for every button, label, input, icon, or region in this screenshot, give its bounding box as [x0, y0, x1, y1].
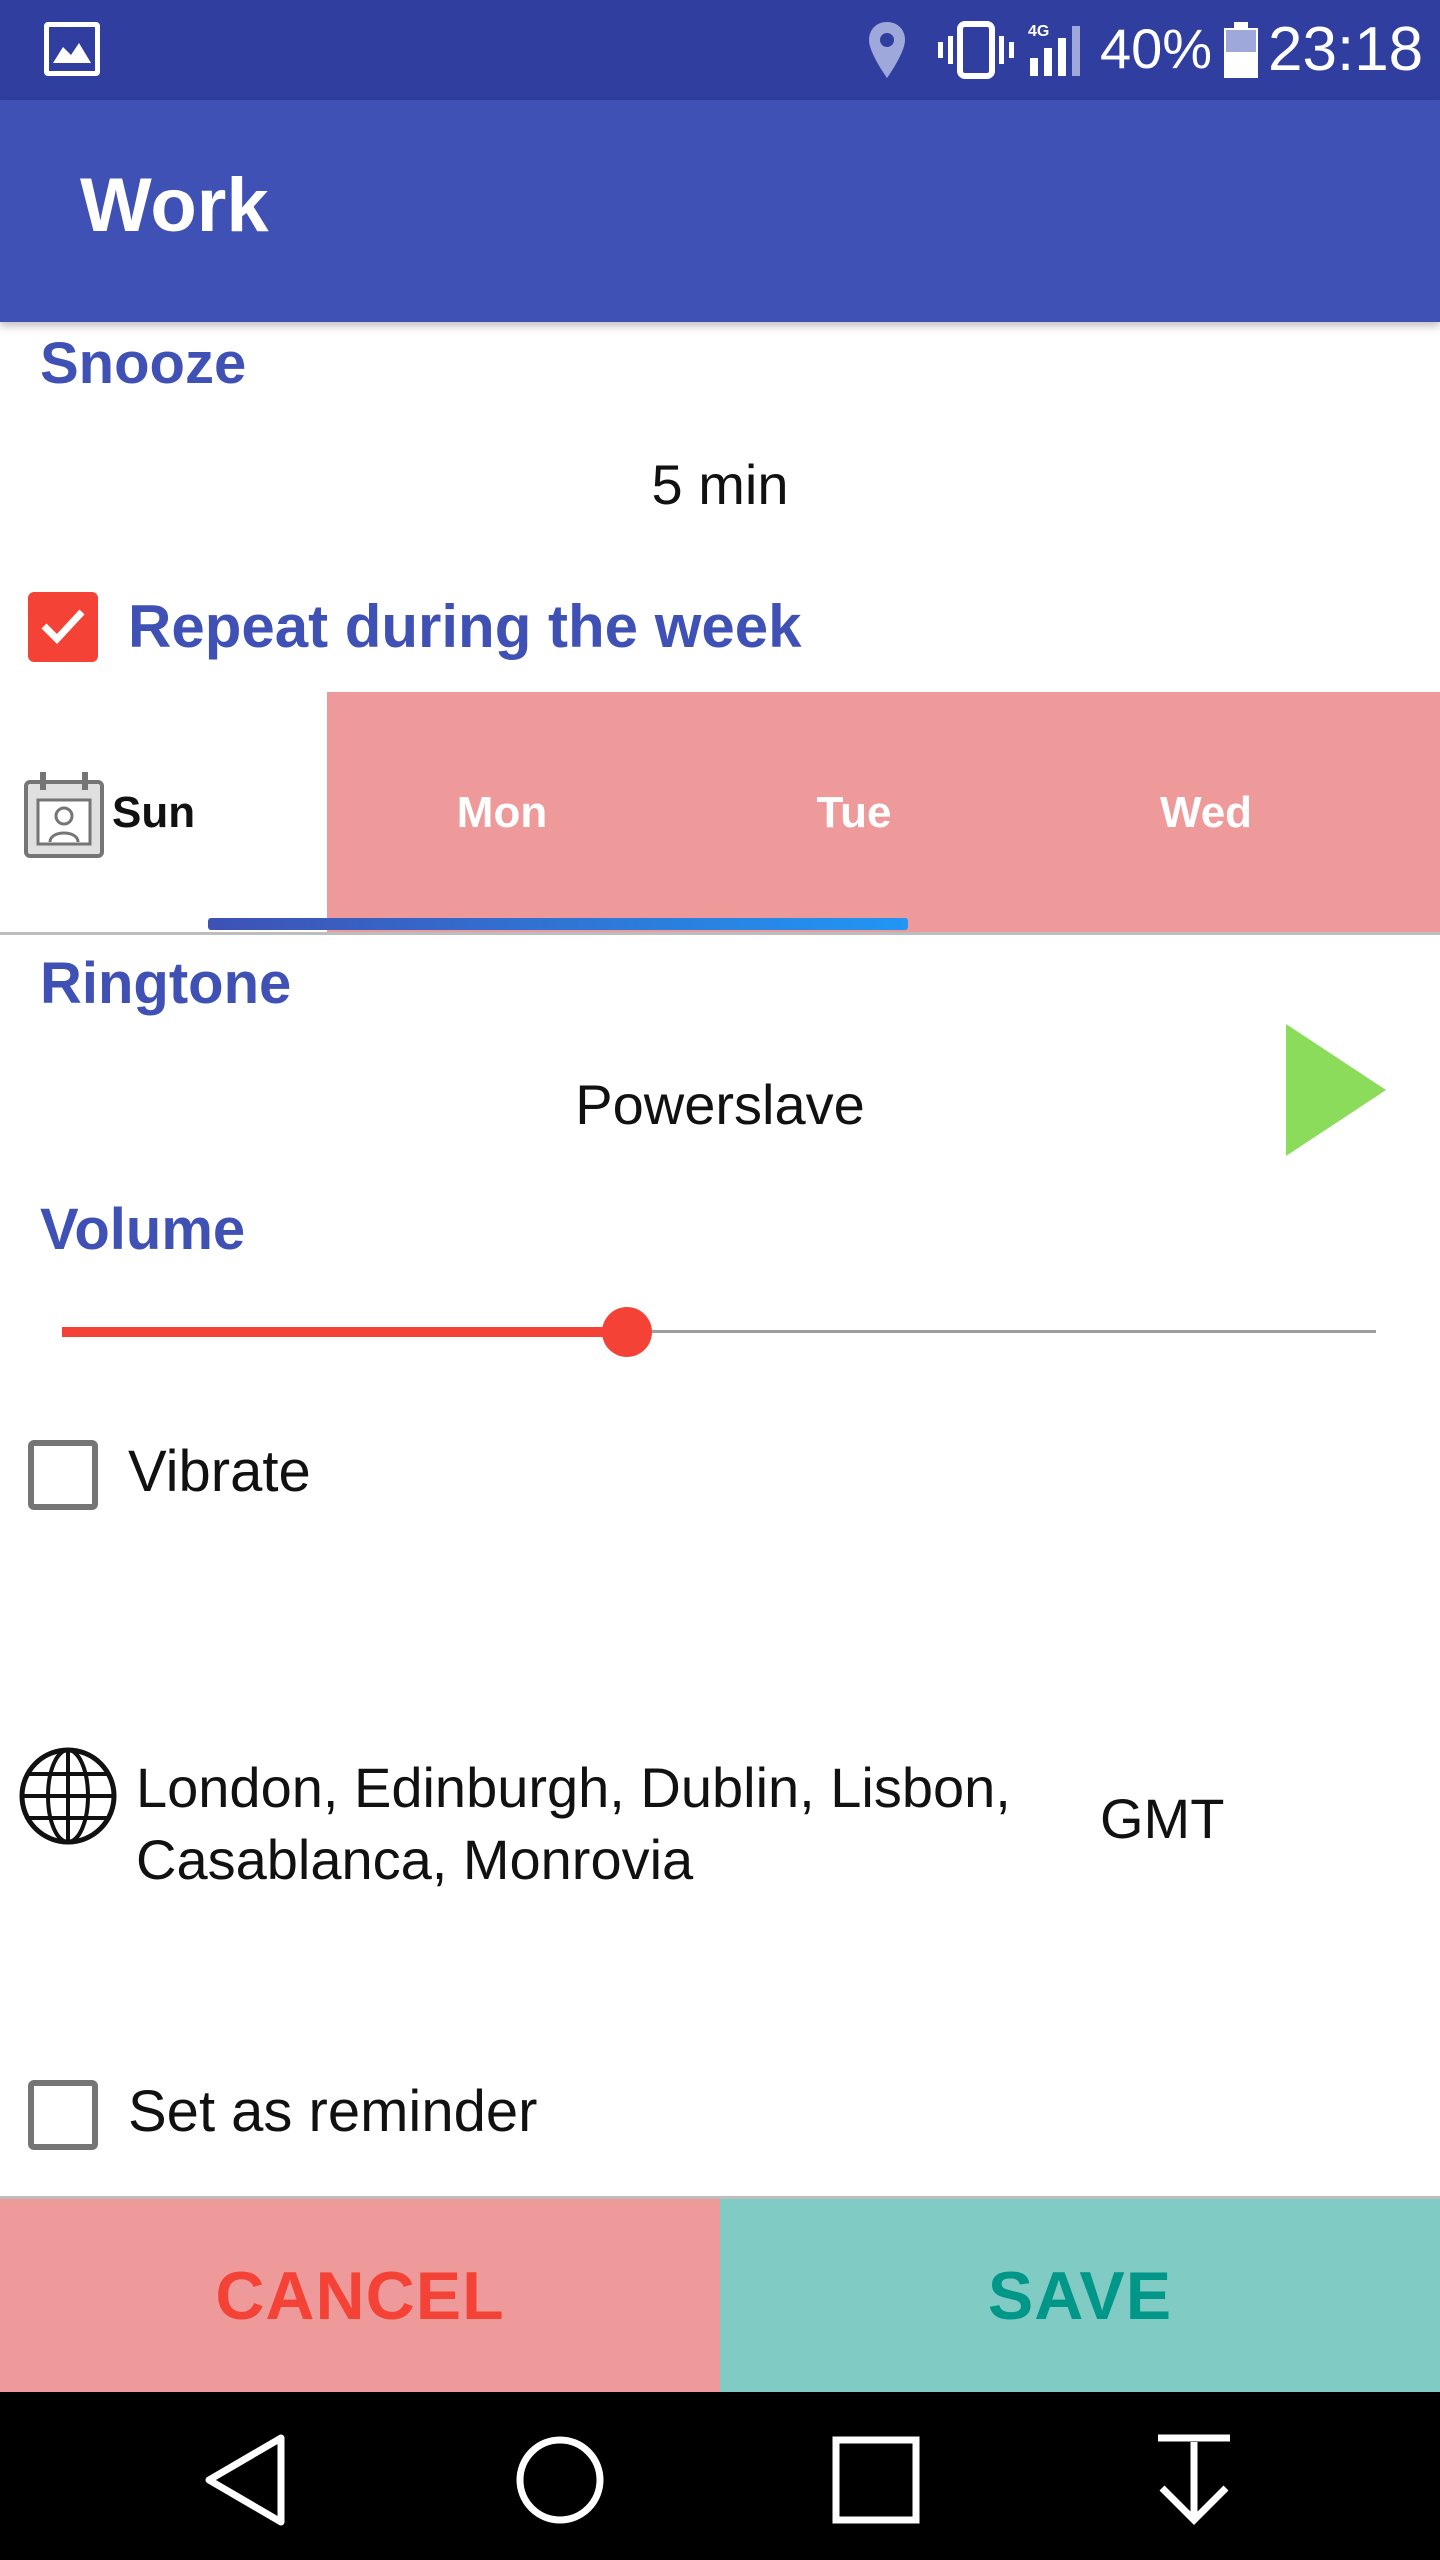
signal-4g-icon: 4G: [1028, 23, 1080, 76]
snooze-label: Snooze: [40, 331, 247, 396]
gallery-icon: [44, 22, 100, 76]
tabs-divider: [0, 932, 1440, 935]
ringtone-label: Ringtone: [40, 951, 292, 1016]
status-bar: 4G 40% 23:18: [0, 0, 1440, 100]
reminder-checkbox[interactable]: [28, 2080, 98, 2150]
battery-percent: 40%: [1100, 17, 1213, 80]
volume-label: Volume: [40, 1197, 246, 1262]
battery-icon: [1224, 22, 1258, 78]
page-title: Work: [80, 163, 269, 248]
repeat-checkbox[interactable]: [28, 592, 98, 662]
back-icon[interactable]: [196, 2430, 296, 2530]
tab-sun[interactable]: Sun: [112, 692, 212, 934]
play-icon[interactable]: [1286, 1024, 1386, 1156]
calendar-icon[interactable]: [22, 768, 106, 860]
volume-slider[interactable]: [62, 1300, 1376, 1364]
recents-icon[interactable]: [826, 2430, 926, 2530]
slider-fill: [62, 1327, 628, 1337]
tab-indicator: [208, 918, 908, 930]
tab-wed[interactable]: Wed: [1106, 692, 1306, 934]
vibrate-checkbox[interactable]: [28, 1440, 98, 1510]
app-bar: Work: [0, 100, 1440, 322]
globe-icon[interactable]: [18, 1746, 118, 1846]
reminder-label: Set as reminder: [128, 2079, 538, 2144]
svg-text:4G: 4G: [1028, 23, 1049, 40]
timezone-name[interactable]: London, Edinburgh, Dublin, Lisbon, Casab…: [136, 1752, 1016, 1896]
cancel-button[interactable]: CANCEL: [0, 2199, 720, 2392]
nav-bar: [0, 2392, 1440, 2560]
download-icon[interactable]: [1144, 2430, 1244, 2530]
location-icon: [869, 22, 905, 78]
ringtone-value[interactable]: Powerslave: [0, 1072, 1440, 1137]
tab-mon[interactable]: Mon: [402, 692, 602, 934]
timezone-code: GMT: [1100, 1787, 1225, 1850]
day-tabs: Sun Mon Tue Wed: [0, 692, 1440, 935]
slider-thumb[interactable]: [602, 1307, 653, 1357]
clock: 23:18: [1268, 15, 1424, 84]
tab-tue[interactable]: Tue: [754, 692, 954, 934]
repeat-label: Repeat during the week: [128, 593, 802, 660]
save-button[interactable]: SAVE: [720, 2199, 1440, 2392]
vibrate-label: Vibrate: [128, 1439, 311, 1504]
home-icon[interactable]: [510, 2430, 610, 2530]
vibrate-icon: [938, 21, 1014, 79]
snooze-value[interactable]: 5 min: [0, 452, 1440, 517]
